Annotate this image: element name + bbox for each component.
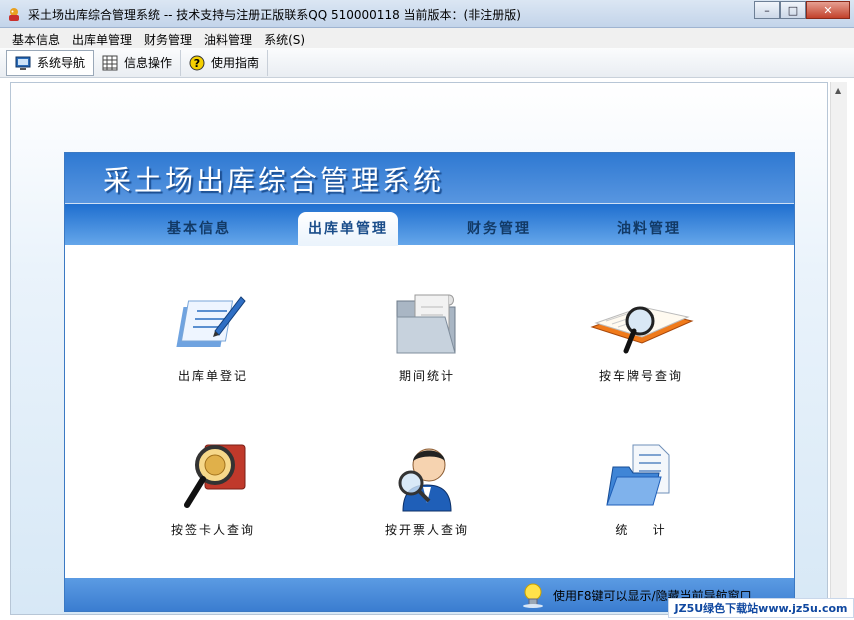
close-button[interactable]: ✕ (806, 1, 850, 19)
app-icon (9, 8, 19, 21)
menu-finance[interactable]: 财务管理 (138, 28, 198, 48)
book-magnifier-icon (590, 306, 694, 354)
menu-basic-info[interactable]: 基本信息 (6, 28, 66, 48)
window-title: 采土场出库综合管理系统 -- 技术支持与注册正版联系QQ 510000118 当… (28, 8, 521, 22)
plate-query-label: 按车牌号查询 (598, 369, 683, 383)
folder-document-icon (606, 444, 670, 506)
outbound-register-label: 出库单登记 (177, 369, 248, 383)
nav-panel: 采土场出库综合管理系统 基本信息 出库单管理 财务管理 油料管理 出库单登记 期… (64, 152, 795, 612)
tab-fuel[interactable]: 油料管理 (617, 218, 681, 238)
menu-bar: 基本信息 出库单管理 财务管理 油料管理 系统(S) (0, 28, 854, 48)
person-magnifier-icon (398, 448, 452, 512)
monitor-icon (15, 56, 31, 70)
title-bar: 采土场出库综合管理系统 -- 技术支持与注册正版联系QQ 510000118 当… (0, 0, 854, 28)
vertical-scrollbar[interactable]: ▲ (830, 82, 847, 615)
menu-outbound[interactable]: 出库单管理 (66, 28, 138, 48)
signer-query-item[interactable]: 按签卡人查询 (123, 441, 303, 538)
folder-scroll-icon (396, 294, 456, 354)
issuer-query-item[interactable]: 按开票人查询 (337, 441, 517, 538)
site-watermark: JZ5U绿色下载站www.jz5u.com (668, 598, 854, 618)
user-guide-button[interactable]: ? 使用指南 (181, 49, 269, 76)
panel-header: 采土场出库综合管理系统 (65, 153, 794, 203)
system-nav-button[interactable]: 系统导航 (6, 49, 95, 76)
tabs-bar: 基本信息 出库单管理 财务管理 油料管理 (65, 203, 794, 246)
minimize-button[interactable]: – (754, 1, 780, 19)
svg-text:?: ? (194, 57, 200, 70)
tab-finance[interactable]: 财务管理 (467, 218, 531, 238)
tab-basic-info[interactable]: 基本信息 (167, 218, 231, 238)
document-pen-icon (176, 296, 246, 347)
info-operation-button[interactable]: 信息操作 (94, 49, 182, 76)
info-operation-label: 信息操作 (124, 56, 173, 70)
outbound-register-item[interactable]: 出库单登记 (123, 287, 303, 384)
system-nav-label: 系统导航 (37, 56, 86, 70)
period-stats-label: 期间统计 (398, 369, 455, 383)
maximize-button[interactable]: □ (780, 1, 806, 19)
scroll-up-icon[interactable]: ▲ (835, 86, 841, 95)
plate-query-item[interactable]: 按车牌号查询 (551, 287, 731, 384)
signer-query-label: 按签卡人查询 (170, 523, 255, 537)
user-guide-label: 使用指南 (211, 56, 260, 70)
help-icon: ? (189, 55, 205, 70)
lightbulb-icon (523, 583, 543, 608)
tab-outbound[interactable]: 出库单管理 (298, 212, 398, 246)
period-stats-item[interactable]: 期间统计 (337, 287, 517, 384)
menu-fuel[interactable]: 油料管理 (198, 28, 258, 48)
statistics-item[interactable]: 统 计 (551, 441, 731, 538)
toolbar: 系统导航 信息操作 ? 使用指南 (0, 48, 854, 78)
panel-title: 采土场出库综合管理系统 (103, 164, 445, 197)
magnifier-coin-icon (184, 444, 246, 508)
issuer-query-label: 按开票人查询 (384, 523, 469, 537)
menu-system[interactable]: 系统(S) (258, 28, 311, 48)
statistics-label: 统 计 (615, 523, 667, 537)
grid-icon (102, 55, 118, 70)
